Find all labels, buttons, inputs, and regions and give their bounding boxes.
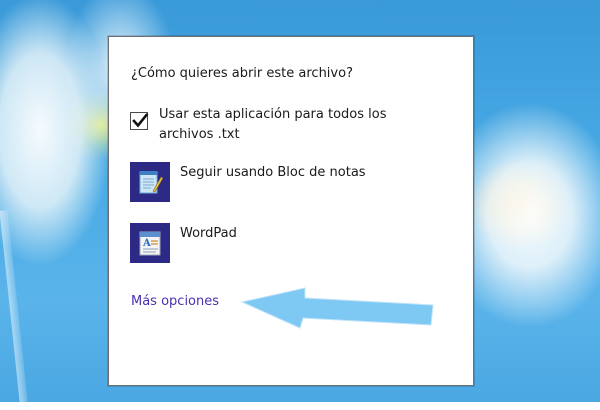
app-label-notepad: Seguir usando Bloc de notas <box>180 165 366 180</box>
app-option-wordpad[interactable]: A WordPad <box>130 223 450 265</box>
more-options-link[interactable]: Más opciones <box>131 294 219 309</box>
open-with-dialog: ¿Cómo quieres abrir este archivo? Usar e… <box>108 36 474 386</box>
checkmark-icon <box>132 113 149 128</box>
notepad-icon <box>130 162 170 202</box>
dialog-title: ¿Cómo quieres abrir este archivo? <box>131 66 353 81</box>
always-use-label[interactable]: Usar esta aplicación para todos los arch… <box>159 105 419 145</box>
wordpad-icon: A <box>130 223 170 263</box>
app-label-wordpad: WordPad <box>180 226 237 241</box>
always-use-checkbox[interactable] <box>130 112 149 130</box>
flower-stem <box>0 210 29 410</box>
app-option-notepad[interactable]: Seguir usando Bloc de notas <box>130 162 450 204</box>
svg-text:A: A <box>142 238 151 249</box>
